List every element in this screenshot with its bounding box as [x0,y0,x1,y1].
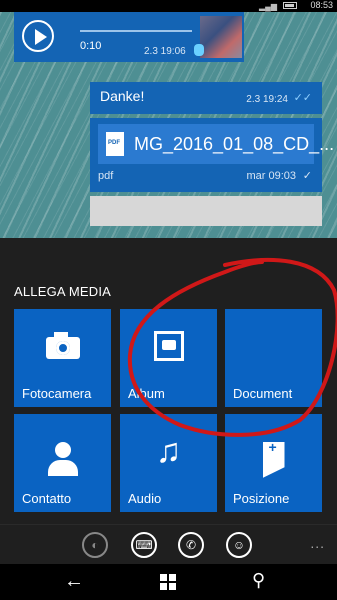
keyboard-icon[interactable]: ⌨ [131,532,157,558]
tile-label: Album [128,386,165,401]
status-bar: ▂▄▆ 08:53 [0,0,337,12]
album-icon [153,331,184,361]
status-clock: 08:53 [310,0,333,10]
panel-heading: ALLEGA MEDIA [14,284,112,299]
system-nav-bar: ← ⚲ [0,564,337,600]
sender-photo [200,16,242,58]
message-input-placeholder[interactable] [90,196,322,226]
chat-area[interactable]: 0:10 2.3 19:06 Danke! 2.3 19:24 ✓✓ PDF M… [0,12,337,238]
file-message-bubble[interactable]: PDF MG_2016_01_08_CD_... pdf mar 09:03 ✓ [90,118,334,192]
search-icon[interactable]: ⚲ [252,570,265,591]
tile-label: Document [233,386,293,401]
pdf-icon: PDF [106,132,124,156]
message-time: 2.3 19:24 [246,94,288,105]
tile-label: Posizione [233,491,290,506]
tile-contatto[interactable]: Contatto [14,414,111,512]
check-icon: ✓ [302,170,312,182]
attach-media-panel: ALLEGA MEDIA Fotocamera Album Document C… [0,238,337,524]
emoji-icon[interactable]: ☺ [226,532,252,558]
file-attachment[interactable]: PDF MG_2016_01_08_CD_... [98,124,334,164]
voice-icon[interactable]: ◐ [82,532,108,558]
tile-label: Fotocamera [22,386,92,401]
contact-icon [47,442,78,476]
message-text: Danke! [100,88,145,104]
battery-icon [283,2,297,9]
back-icon[interactable]: ← [64,570,84,593]
app-bar: ◐ ⌨ ✆ ☺ ... [0,524,337,564]
audio-message-bubble[interactable]: 0:10 2.3 19:06 [14,12,244,62]
tile-label: Audio [128,491,162,506]
tile-label: Contatto [22,491,72,506]
audio-duration: 0:10 [80,40,102,52]
file-type: pdf [98,170,114,182]
double-check-icon: ✓✓ [293,92,312,104]
tile-document[interactable]: Document [225,309,322,407]
message-time: 2.3 19:06 [144,46,186,57]
tile-fotocamera[interactable]: Fotocamera [14,309,111,407]
camera-icon [45,332,80,359]
phone-icon[interactable]: ✆ [178,532,204,558]
mic-icon [194,44,204,56]
music-note-icon: ♫ [155,432,182,470]
tile-album[interactable]: Album [120,309,217,407]
message-time: mar 09:03 [246,170,296,182]
location-icon: + [262,442,285,478]
windows-start-icon[interactable] [160,574,176,590]
tile-posizione[interactable]: + Posizione [225,414,322,512]
audio-progress-bar[interactable] [80,30,192,32]
more-options-icon[interactable]: ... [310,535,325,551]
signal-icon: ▂▄▆ [259,2,277,11]
file-name: MG_2016_01_08_CD_... [134,134,335,154]
play-icon[interactable] [22,20,54,52]
tile-audio[interactable]: ♫ Audio [120,414,217,512]
text-message-bubble[interactable]: Danke! 2.3 19:24 ✓✓ [90,82,322,114]
